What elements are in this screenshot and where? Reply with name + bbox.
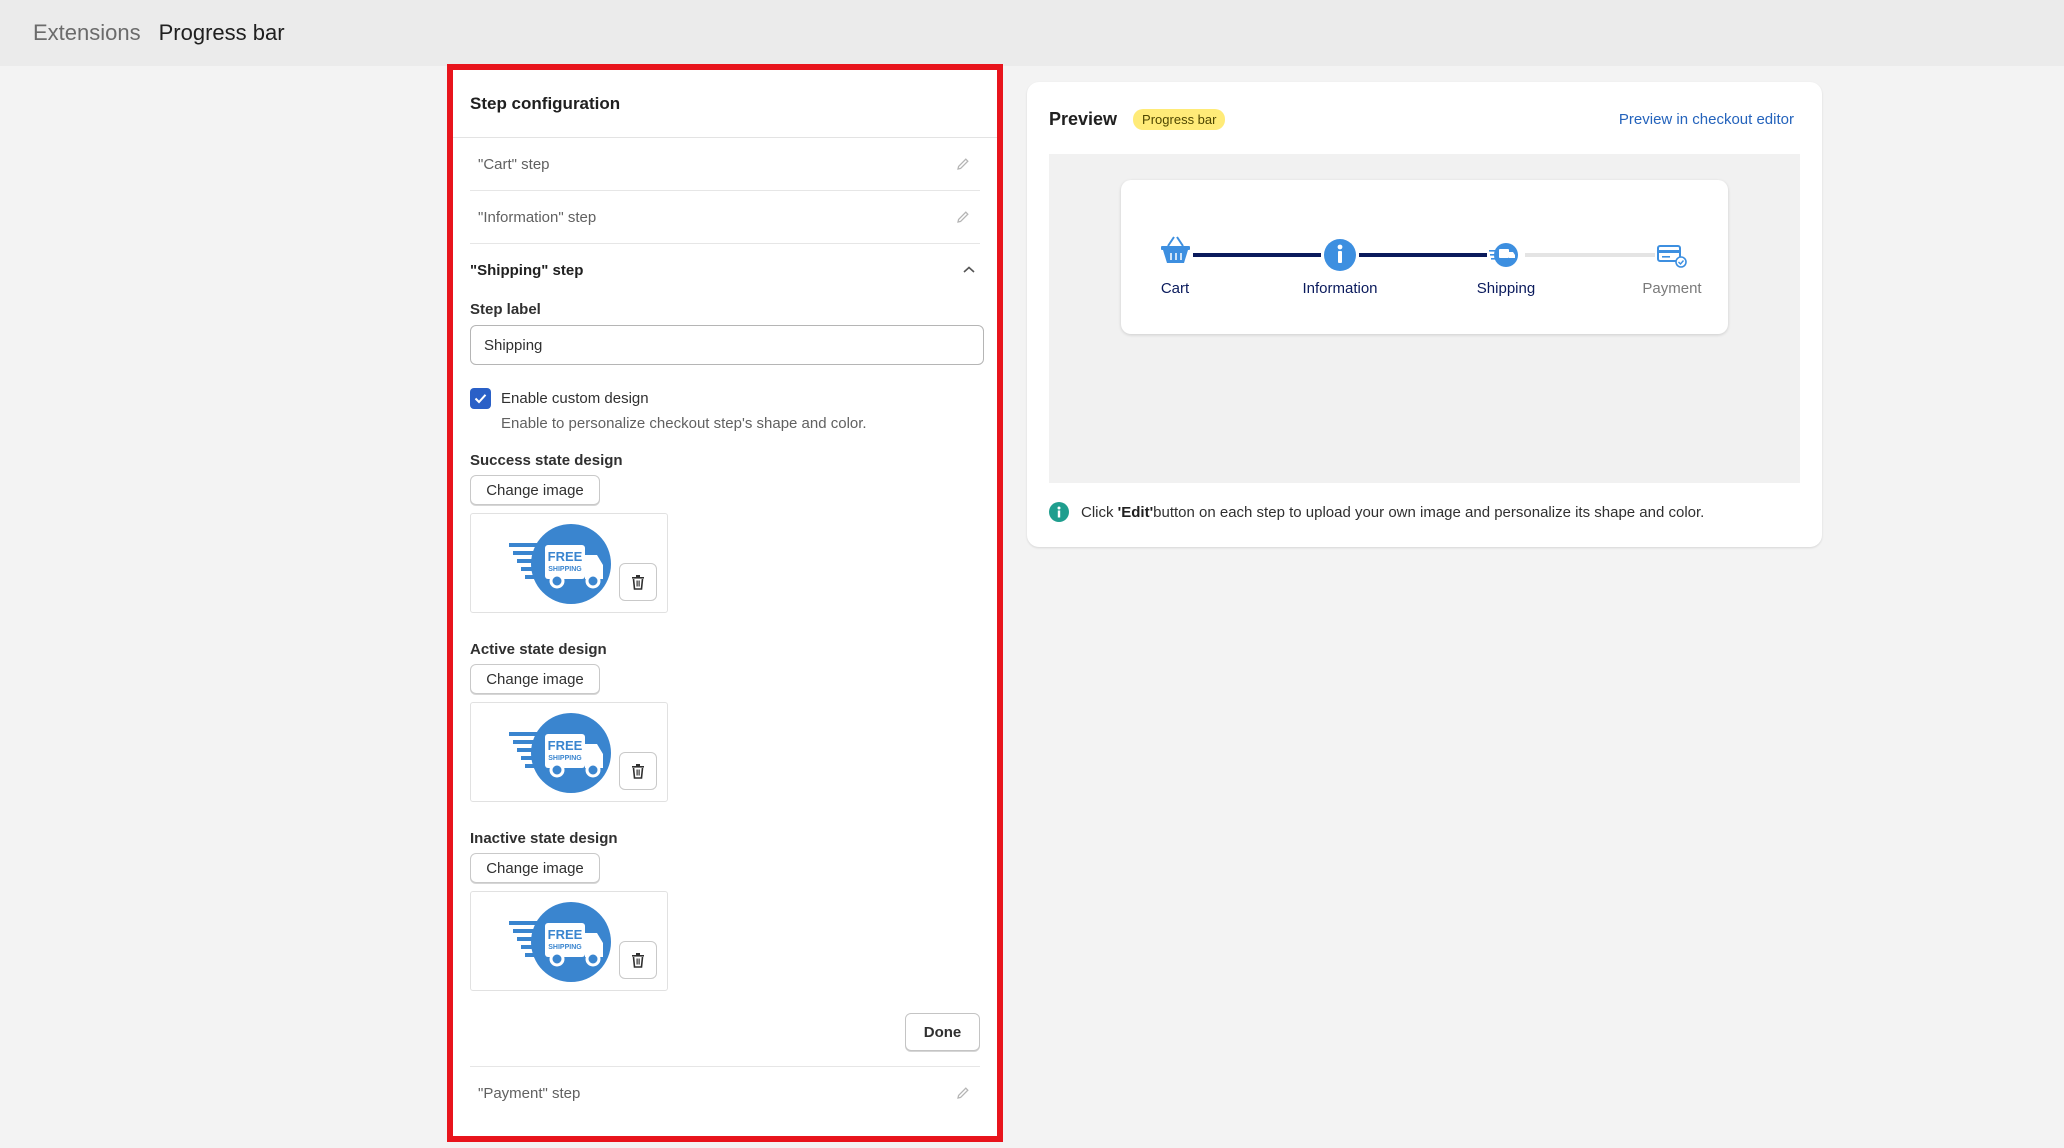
step-label-title: Step label [470,301,541,318]
info-icon [1324,239,1356,271]
svg-text:FREE: FREE [548,549,583,564]
preview-area: Cart Information Shipping Payment [1049,154,1800,483]
design-image-preview: FREE SHIPPING [470,702,668,802]
hint-bold: 'Edit' [1117,503,1154,521]
edit-pencil-icon[interactable] [954,208,972,226]
edit-pencil-icon[interactable] [954,1084,972,1102]
preview-in-checkout-editor-link[interactable]: Preview in checkout editor [1619,111,1794,128]
step-label-cart: Cart [1160,280,1190,297]
svg-text:SHIPPING: SHIPPING [548,566,582,573]
top-bar: Extensions Progress bar [0,0,2064,66]
track-segment-completed [1359,253,1487,257]
step-row-information[interactable]: "Information" step [470,191,980,244]
progress-bar-badge: Progress bar [1133,108,1226,130]
free-shipping-truck-image: FREE SHIPPING [509,902,611,982]
step-row-label: "Cart" step [478,155,550,173]
progress-bar-preview: Cart Information Shipping Payment [1121,180,1728,334]
checkbox-label: Enable custom design [501,390,649,407]
design-label: Success state design [470,452,623,469]
svg-text:SHIPPING: SHIPPING [548,944,582,951]
checkbox-help-text: Enable to personalize checkout step's sh… [501,415,867,432]
step-label-shipping: Shipping [1476,280,1536,297]
step-label-payment: Payment [1642,280,1702,297]
step-row-label: "Payment" step [478,1084,581,1102]
truck-icon [1489,243,1518,267]
info-circle-icon [1049,502,1069,522]
enable-custom-design-checkbox[interactable] [470,388,491,409]
card-icon [1657,245,1687,268]
edit-hint: Click 'Edit' button on each step to uplo… [1049,502,1704,522]
track-segment-completed [1193,253,1321,257]
change-image-button[interactable]: Change image [470,853,600,883]
design-image-preview: FREE SHIPPING [470,513,668,613]
step-label-value: Shipping [484,336,543,354]
active-state-design: Active state design Change image FREE SH… [470,641,980,802]
step-row-shipping-expanded[interactable]: "Shipping" step [470,244,980,297]
trash-icon [632,953,644,968]
design-image-preview: FREE SHIPPING [470,891,668,991]
step-label-input[interactable]: Shipping [470,325,984,365]
design-label: Inactive state design [470,830,618,847]
preview-card: Preview Progress bar Preview in checkout… [1027,82,1822,547]
page-title: Progress bar [158,20,285,45]
track-segment-pending [1525,253,1655,257]
delete-image-button[interactable] [619,752,657,790]
free-shipping-truck-image: FREE SHIPPING [509,713,611,793]
step-row-payment[interactable]: "Payment" step [470,1066,980,1119]
basket-icon [1161,236,1190,263]
trash-icon [632,764,644,779]
design-label: Active state design [470,641,607,658]
panel-title: Step configuration [453,70,997,138]
delete-image-button[interactable] [619,941,657,979]
change-image-button[interactable]: Change image [470,475,600,505]
free-shipping-truck-image: FREE SHIPPING [509,524,611,604]
change-image-button[interactable]: Change image [470,664,600,694]
step-configuration-panel: Step configuration "Cart" step "Informat… [447,64,1003,1142]
trash-icon [632,575,644,590]
step-label-information: Information [1302,280,1378,297]
step-row-cart[interactable]: "Cart" step [470,138,980,191]
svg-text:FREE: FREE [548,738,583,753]
chevron-up-icon[interactable] [962,262,976,279]
preview-title: Preview [1049,108,1118,129]
done-button[interactable]: Done [905,1013,980,1051]
expanded-step-title: "Shipping" step [470,262,584,279]
delete-image-button[interactable] [619,563,657,601]
hint-prefix: Click [1081,503,1114,521]
inactive-state-design: Inactive state design Change image FREE … [470,830,980,991]
edit-pencil-icon[interactable] [954,155,972,173]
success-state-design: Success state design Change image FREE S… [470,452,980,613]
breadcrumb-extensions[interactable]: Extensions [33,20,141,46]
hint-suffix: button on each step to upload your own i… [1153,503,1705,521]
step-row-label: "Information" step [478,208,597,226]
svg-text:SHIPPING: SHIPPING [548,755,582,762]
svg-text:FREE: FREE [548,927,583,942]
